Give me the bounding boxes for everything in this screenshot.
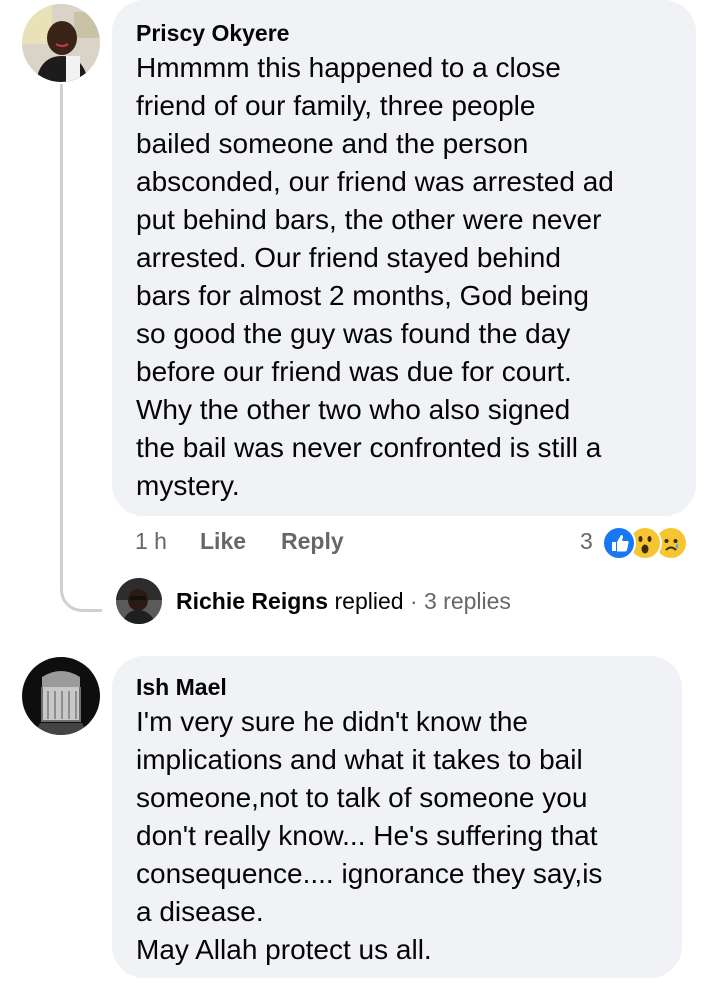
reply-action: replied [334,588,404,614]
reply-author-avatar[interactable] [116,578,162,624]
thread-connector-line [60,84,102,612]
separator-dot: · [409,588,418,614]
like-button[interactable]: Like [200,528,246,555]
view-replies-link[interactable]: Richie Reigns replied · 3 replies [176,588,511,615]
avatar[interactable] [22,4,100,82]
comment-text: Hmmmm this happened to a close friend of… [136,52,614,501]
reply-button[interactable]: Reply [281,528,344,555]
comment-timestamp[interactable]: 1 h [135,528,167,555]
like-icon [602,526,636,560]
avatar[interactable] [22,657,100,735]
reply-author-name[interactable]: Richie Reigns [176,588,328,614]
richie-profile-photo [116,578,162,624]
priscy-profile-photo [22,4,100,82]
reaction-count: 3 [580,528,593,554]
ish-mael-profile-photo [22,657,100,735]
comment-bubble: Ish Mael I'm very sure he didn't know th… [112,656,682,978]
comment-author[interactable]: Priscy Okyere [136,20,289,47]
comment-text: I'm very sure he didn't know the implica… [136,706,603,965]
comment-author[interactable]: Ish Mael [136,674,227,701]
comment-bubble: Priscy Okyere Hmmmm this happened to a c… [112,0,696,516]
replies-count[interactable]: 3 replies [424,588,511,614]
